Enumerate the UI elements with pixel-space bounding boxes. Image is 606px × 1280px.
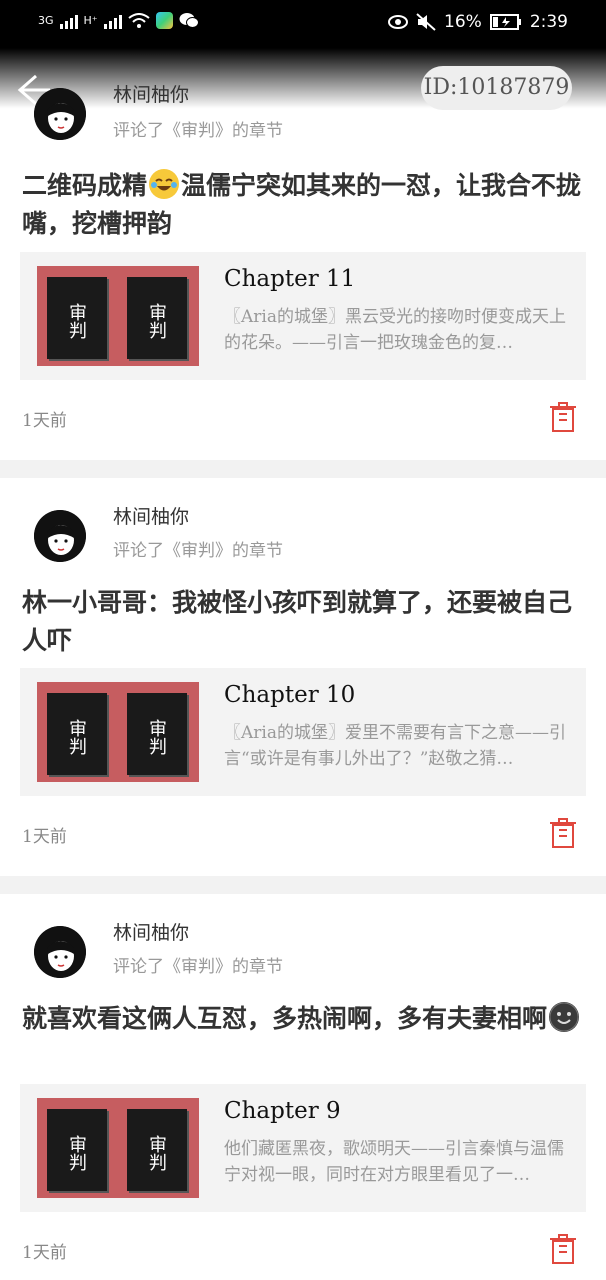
network-type-2: H⁺ (83, 14, 98, 27)
book-cover-image: 审判 审判 (37, 682, 199, 782)
timestamp: 1天前 (22, 1243, 67, 1263)
play-store-icon (155, 12, 173, 29)
action-text: 评论了《审判》的章节 (113, 541, 283, 561)
timestamp: 1天前 (22, 827, 67, 847)
book-cover: 审判 (127, 693, 187, 775)
trash-icon[interactable] (550, 402, 576, 432)
comment-text-part-1: 就喜欢看这俩人互怼，多热闹啊，多有夫妻相啊 (22, 1004, 548, 1033)
wechat-icon (179, 13, 199, 28)
book-cover-image: 审判 审判 (37, 266, 199, 366)
action-text: 评论了《审判》的章节 (113, 957, 283, 977)
timestamp: 1天前 (22, 411, 67, 431)
chapter-excerpt: 〖Aria的城堡〗爱里不需要有言下之意——引言“或许是有事儿外出了？”赵敬之猜… (224, 723, 566, 769)
separator (0, 460, 606, 478)
smiling-face-emoji-icon (549, 1002, 580, 1032)
action-text: 评论了《审判》的章节 (113, 121, 283, 141)
clock: 2:39 (529, 12, 568, 32)
comment-item: 林间柚你 评论了《审判》的章节 就喜欢看这俩人互怼，多热闹啊，多有夫妻相啊 审判… (0, 894, 606, 1280)
book-cover: 审判 (127, 277, 187, 359)
book-cover: 审判 (47, 1109, 107, 1191)
eye-icon (388, 15, 409, 29)
battery-percent: 16% (444, 12, 482, 32)
book-cover-image: 审判 审判 (37, 1098, 199, 1198)
avatar[interactable] (34, 510, 86, 562)
chapter-title: Chapter 9 (224, 1098, 341, 1124)
mute-icon (416, 13, 436, 31)
comment-item: 林间柚你 评论了《审判》的章节 二维码成精 温儒宁突如其来的一怼，让我合不拢嘴，挖… (0, 62, 606, 460)
chapter-excerpt: 他们藏匿黑夜，歌颂明天——引言秦慎与温儒宁对视一眼，同时在对方眼里看见了一… (224, 1139, 564, 1185)
comment-text: 林一小哥哥：我被怪小孩吓到就算了，还要被自己人吓 (22, 588, 573, 655)
status-bar: 3G H⁺ 16% 2:39 (0, 0, 606, 48)
book-cover: 审判 (127, 1109, 187, 1191)
chapter-excerpt: 〖Aria的城堡〗黑云受光的接吻时便变成天上的花朵。——引言一把玫瑰金色的复… (224, 307, 566, 353)
chapter-card[interactable]: 审判 审判 Chapter 9 他们藏匿黑夜，歌颂明天——引言秦慎与温儒宁对视一… (20, 1084, 586, 1212)
username[interactable]: 林间柚你 (113, 80, 189, 107)
battery-charging-icon (489, 14, 521, 30)
laughing-tears-emoji-icon (149, 169, 180, 199)
chapter-title: Chapter 11 (224, 266, 356, 292)
separator (0, 876, 606, 894)
comment-text-part-1: 二维码成精 (22, 171, 148, 200)
signal-icon (59, 13, 78, 29)
network-type-1: 3G (38, 14, 54, 27)
book-cover: 审判 (47, 277, 107, 359)
trash-icon[interactable] (550, 1234, 576, 1264)
status-left: 3G H⁺ (38, 12, 199, 29)
book-cover: 审判 (47, 693, 107, 775)
chapter-title: Chapter 10 (224, 682, 356, 708)
avatar[interactable] (34, 926, 86, 978)
comment-item: 林间柚你 评论了《审判》的章节 林一小哥哥：我被怪小孩吓到就算了，还要被自己人吓… (0, 478, 606, 876)
comment-text: 二维码成精 温儒宁突如其来的一怼，让我合不拢嘴，挖槽押韵 (22, 167, 587, 243)
username[interactable]: 林间柚你 (113, 502, 189, 529)
trash-icon[interactable] (550, 818, 576, 848)
chapter-card[interactable]: 审判 审判 Chapter 11 〖Aria的城堡〗黑云受光的接吻时便变成天上的… (20, 252, 586, 380)
signal-icon-2 (103, 13, 122, 29)
comment-text: 就喜欢看这俩人互怼，多热闹啊，多有夫妻相啊 (22, 1000, 587, 1038)
wifi-icon (127, 12, 150, 28)
username[interactable]: 林间柚你 (113, 918, 189, 945)
avatar[interactable] (34, 88, 86, 140)
chapter-card[interactable]: 审判 审判 Chapter 10 〖Aria的城堡〗爱里不需要有言下之意——引言… (20, 668, 586, 796)
status-right: 16% 2:39 (388, 12, 568, 32)
